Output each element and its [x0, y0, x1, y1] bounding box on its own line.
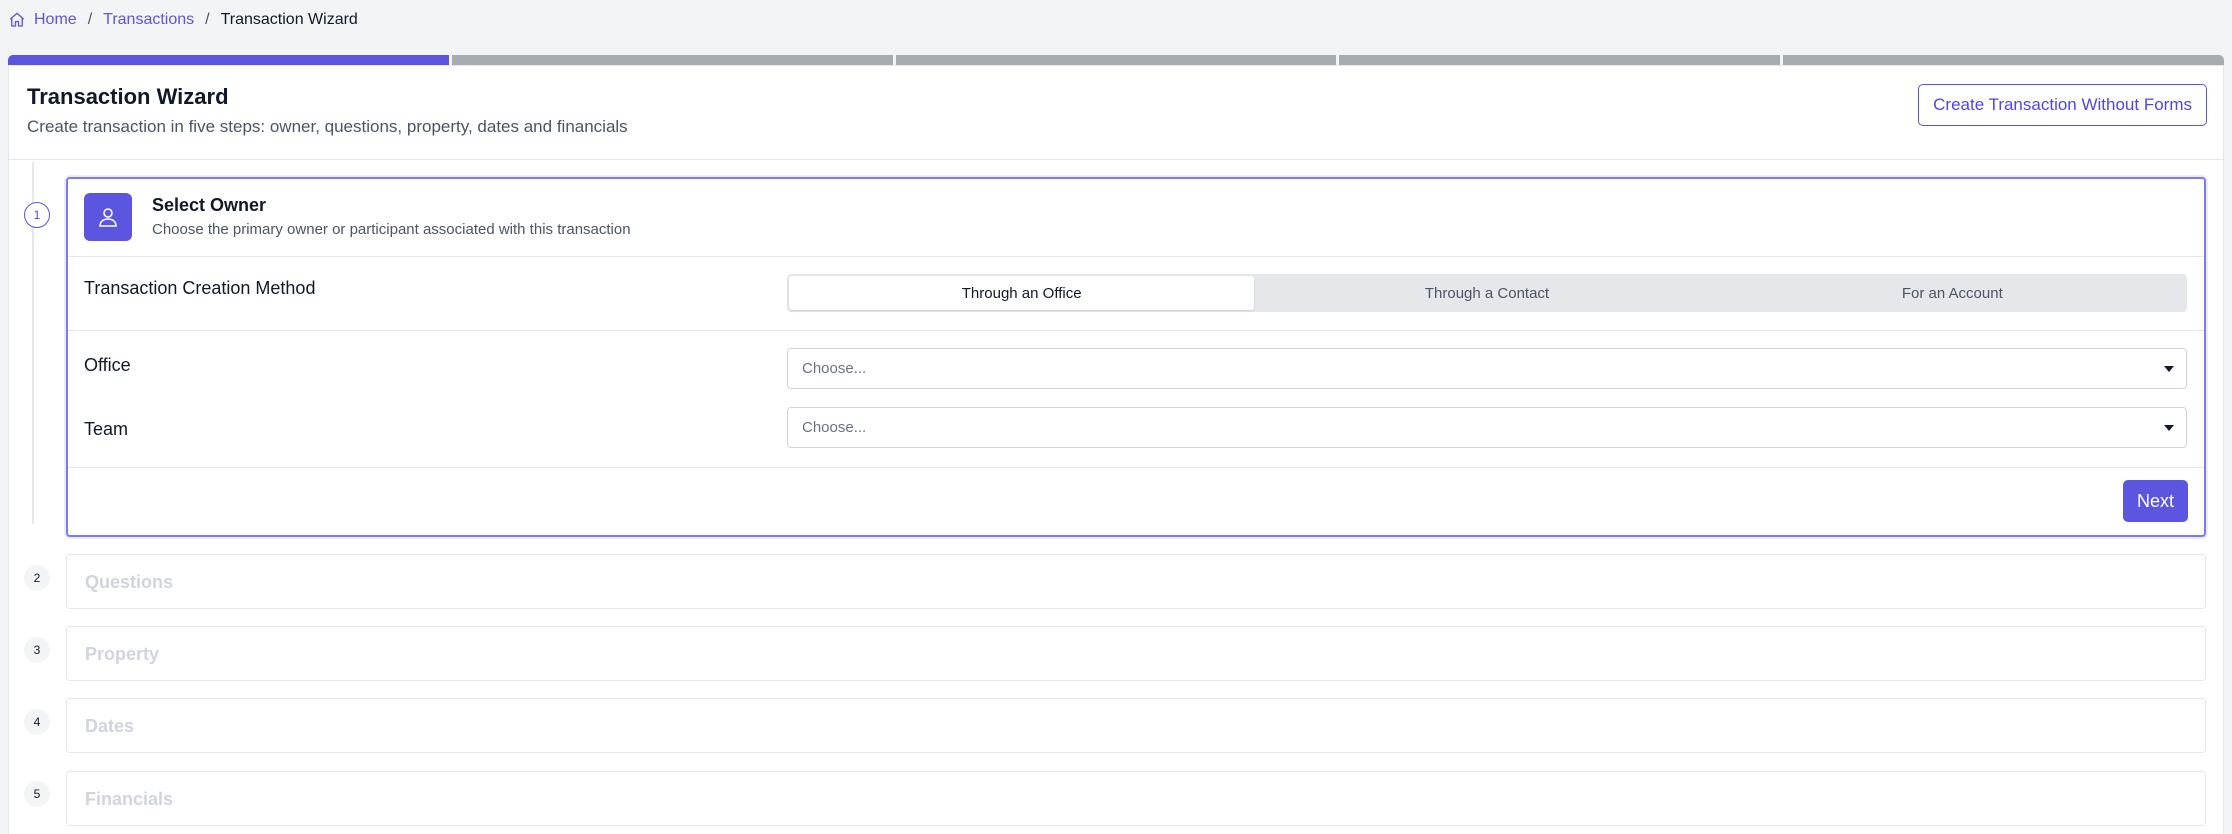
office-label: Office — [84, 355, 131, 375]
create-without-forms-button[interactable]: Create Transaction Without Forms — [1918, 84, 2207, 126]
method-option-account[interactable]: For an Account — [1720, 276, 2185, 310]
next-button[interactable]: Next — [2122, 480, 2188, 522]
step-title: Select Owner — [152, 195, 267, 215]
progress-segment-2 — [451, 55, 893, 65]
wizard-header: Transaction Wizard Create transaction in… — [9, 66, 2223, 160]
method-option-office[interactable]: Through an Office — [789, 276, 1255, 310]
step-title: Dates — [85, 716, 135, 736]
caret-down-icon — [2164, 366, 2174, 372]
step-title: Property — [85, 644, 160, 664]
page-title: Transaction Wizard — [27, 84, 229, 109]
caret-down-icon — [2164, 425, 2174, 431]
team-label: Team — [84, 419, 129, 439]
breadcrumb-separator: / — [87, 11, 93, 28]
wizard-progress-bar — [8, 55, 2224, 65]
step-title: Questions — [85, 572, 174, 592]
progress-segment-4 — [1339, 55, 1781, 65]
step-number-4: 4 — [24, 709, 50, 735]
office-select[interactable]: Choose... — [787, 348, 2187, 389]
progress-segment-1 — [8, 55, 449, 65]
breadcrumb-current: Transaction Wizard — [220, 11, 358, 28]
owner-selects-row: Office Choose... Team Choose... — [68, 331, 2204, 468]
creation-method-row: Transaction Creation Method Through an O… — [68, 257, 2204, 331]
step-property[interactable]: Property — [66, 626, 2206, 681]
creation-method-toggle: Through an Office Through a Contact For … — [787, 274, 2187, 312]
team-select-placeholder: Choose... — [802, 419, 867, 436]
method-option-contact[interactable]: Through a Contact — [1254, 276, 1719, 310]
breadcrumb-transactions-link[interactable]: Transactions — [103, 11, 194, 29]
step-description: Choose the primary owner or participant … — [152, 221, 631, 238]
breadcrumb: Home / Transactions / Transaction Wizard — [8, 9, 358, 31]
step-number-5: 5 — [24, 781, 50, 807]
step-questions[interactable]: Questions — [66, 554, 2206, 609]
progress-segment-5 — [1783, 55, 2224, 65]
team-select[interactable]: Choose... — [787, 407, 2187, 448]
step-number-3: 3 — [24, 637, 50, 663]
breadcrumb-separator: / — [205, 11, 210, 28]
home-icon[interactable] — [8, 11, 26, 29]
step-select-owner: Select Owner Choose the primary owner or… — [66, 177, 2206, 537]
step-number-2: 2 — [24, 565, 50, 591]
breadcrumb-home-link[interactable]: Home — [34, 11, 77, 29]
creation-method-label: Transaction Creation Method — [84, 278, 316, 298]
step-number-1: 1 — [24, 202, 50, 228]
page-subtitle: Create transaction in five steps: owner,… — [27, 117, 628, 136]
progress-segment-3 — [895, 55, 1337, 65]
step-header: Select Owner Choose the primary owner or… — [68, 179, 2204, 257]
step-dates[interactable]: Dates — [66, 698, 2206, 753]
step-title: Financials — [85, 789, 174, 809]
step-financials[interactable]: Financials — [66, 771, 2206, 826]
user-icon — [84, 193, 132, 241]
office-select-placeholder: Choose... — [802, 360, 867, 377]
